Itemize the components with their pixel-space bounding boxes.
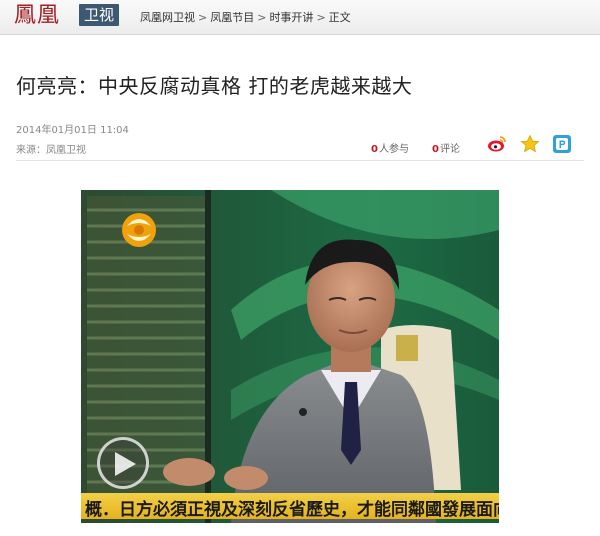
article-title: 何亮亮：中央反腐动真格 打的老虎越来越大: [16, 74, 413, 98]
qzone-icon[interactable]: [552, 134, 572, 154]
site-header: 鳳凰 卫视 凤凰网卫视 > 凤凰节目 > 时事开讲 > 正文: [0, 0, 600, 35]
breadcrumb-separator: >: [316, 11, 326, 24]
play-icon: [115, 452, 136, 476]
header-divider: [16, 160, 584, 161]
channel-badge[interactable]: 卫视: [79, 4, 120, 26]
breadcrumb-item-programs[interactable]: 凤凰节目: [210, 11, 254, 24]
breadcrumb: 凤凰网卫视 > 凤凰节目 > 时事开讲 > 正文: [140, 9, 351, 25]
participants-count[interactable]: 0人参与: [371, 140, 409, 155]
favorite-star-icon[interactable]: [520, 134, 540, 154]
ticker-text: 概．日方必須正視及深刻反省歷史，才能同鄰國發展面向: [85, 500, 499, 519]
breadcrumb-item-current-affairs[interactable]: 时事开讲: [269, 11, 313, 24]
site-logo[interactable]: 鳳凰: [14, 2, 60, 30]
breadcrumb-separator: >: [257, 11, 267, 24]
breadcrumb-item-current: 正文: [328, 11, 351, 24]
breadcrumb-item-ifeng-tv[interactable]: 凤凰网卫视: [140, 11, 195, 24]
comments-label: 评论: [439, 144, 460, 155]
participants-number: 0: [371, 144, 378, 155]
publish-datetime: 2014年01月01日 11:04: [16, 125, 129, 136]
article-source: 来源：凤凰卫视: [16, 145, 86, 156]
participants-label: 人参与: [378, 144, 409, 155]
weibo-icon[interactable]: [487, 134, 507, 154]
comments-number: 0: [432, 144, 439, 155]
comments-count[interactable]: 0评论: [432, 140, 460, 155]
phoenix-logo-icon: [122, 213, 156, 247]
news-ticker: 概．日方必須正視及深刻反省歷史，才能同鄰國發展面向: [81, 493, 499, 519]
breadcrumb-separator: >: [198, 11, 208, 24]
video-player[interactable]: 概．日方必須正視及深刻反省歷史，才能同鄰國發展面向: [81, 190, 499, 523]
play-button[interactable]: [97, 437, 149, 489]
